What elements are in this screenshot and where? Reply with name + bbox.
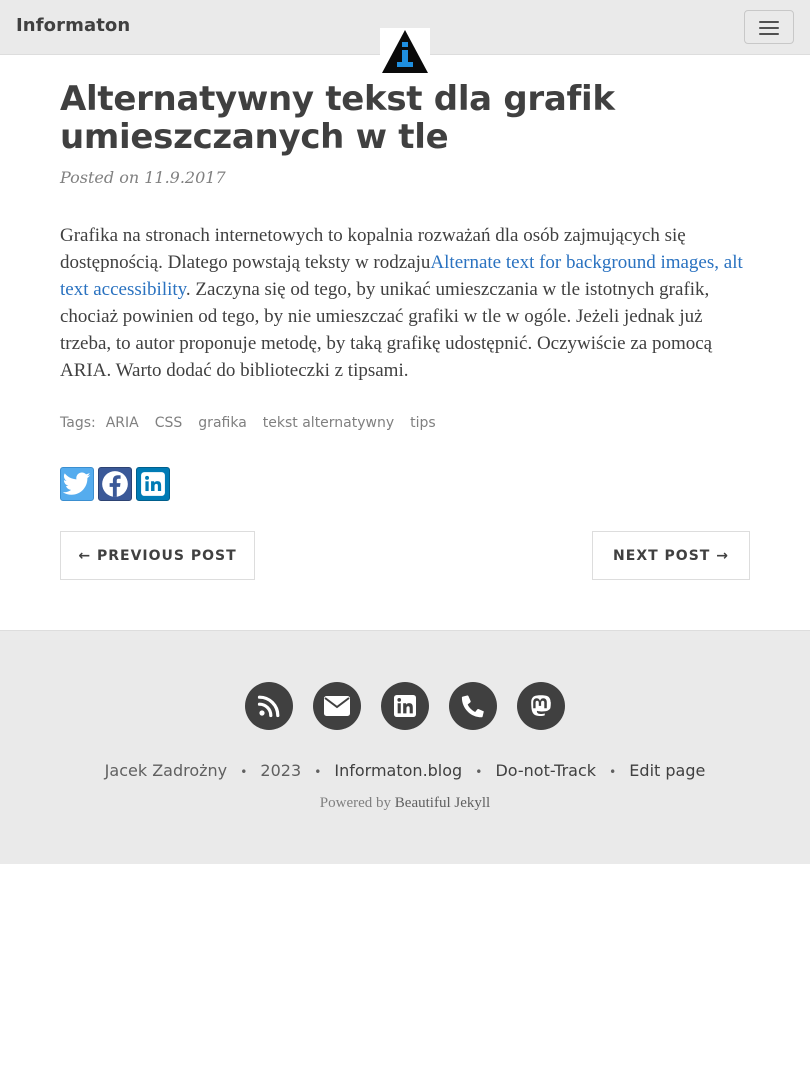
next-post-button[interactable]: Next Post → [592, 531, 750, 580]
footer: Jacek Zadrożny • 2023 • Informaton.blog … [0, 630, 810, 864]
brand-link[interactable]: Informaton [16, 15, 130, 36]
tag-link[interactable]: CSS [155, 415, 183, 431]
email-link[interactable] [313, 682, 361, 730]
tag-link[interactable]: tekst alternatywny [263, 415, 394, 431]
footer-separator: • [240, 765, 248, 779]
hamburger-icon [759, 21, 779, 23]
linkedin-icon [394, 695, 416, 717]
rss-icon [257, 695, 280, 718]
linkedin-icon [141, 472, 165, 496]
info-logo-icon[interactable] [380, 28, 430, 74]
footer-year: 2023 [260, 761, 302, 780]
twitter-icon [63, 472, 91, 495]
footer-dnt-link[interactable]: Do-not-Track [495, 761, 596, 780]
tag-list: Tags: ARIA CSS grafika tekst alternatywn… [60, 415, 452, 431]
mastodon-icon [531, 695, 551, 717]
footer-links: Jacek Zadrożny • 2023 • Informaton.blog … [0, 761, 810, 780]
previous-post-button[interactable]: ← Previous Post [60, 531, 255, 580]
footer-separator: • [609, 765, 617, 779]
rss-link[interactable] [245, 682, 293, 730]
linkedin-link[interactable] [381, 682, 429, 730]
social-links [0, 682, 810, 730]
footer-edit-link[interactable]: Edit page [629, 761, 705, 780]
share-buttons [60, 467, 174, 501]
post-date: Posted on 11.9.2017 [60, 168, 226, 187]
phone-link[interactable] [449, 682, 497, 730]
share-facebook-button[interactable] [98, 467, 132, 501]
post-body: Grafika na stronach internetowych to kop… [60, 222, 750, 384]
page-title: Alternatywny tekst dla grafik umieszczan… [60, 79, 615, 157]
envelope-icon [324, 696, 350, 716]
mastodon-link[interactable] [517, 682, 565, 730]
phone-icon [461, 695, 484, 718]
facebook-icon [102, 471, 128, 497]
share-linkedin-button[interactable] [136, 467, 170, 501]
footer-site-link[interactable]: Informaton.blog [334, 761, 462, 780]
tag-link[interactable]: grafika [198, 415, 246, 431]
beautiful-jekyll-link[interactable]: Beautiful Jekyll [395, 795, 490, 811]
tags-label: Tags: [60, 415, 96, 431]
tag-link[interactable]: tips [410, 415, 436, 431]
footer-author: Jacek Zadrożny [104, 761, 228, 780]
footer-separator: • [475, 765, 483, 779]
footer-separator: • [314, 765, 322, 779]
powered-prefix: Powered by [319, 795, 392, 811]
tag-link[interactable]: ARIA [106, 415, 139, 431]
powered-by: Powered by Beautiful Jekyll [0, 795, 810, 812]
share-twitter-button[interactable] [60, 467, 94, 501]
menu-toggle-button[interactable] [744, 10, 794, 44]
